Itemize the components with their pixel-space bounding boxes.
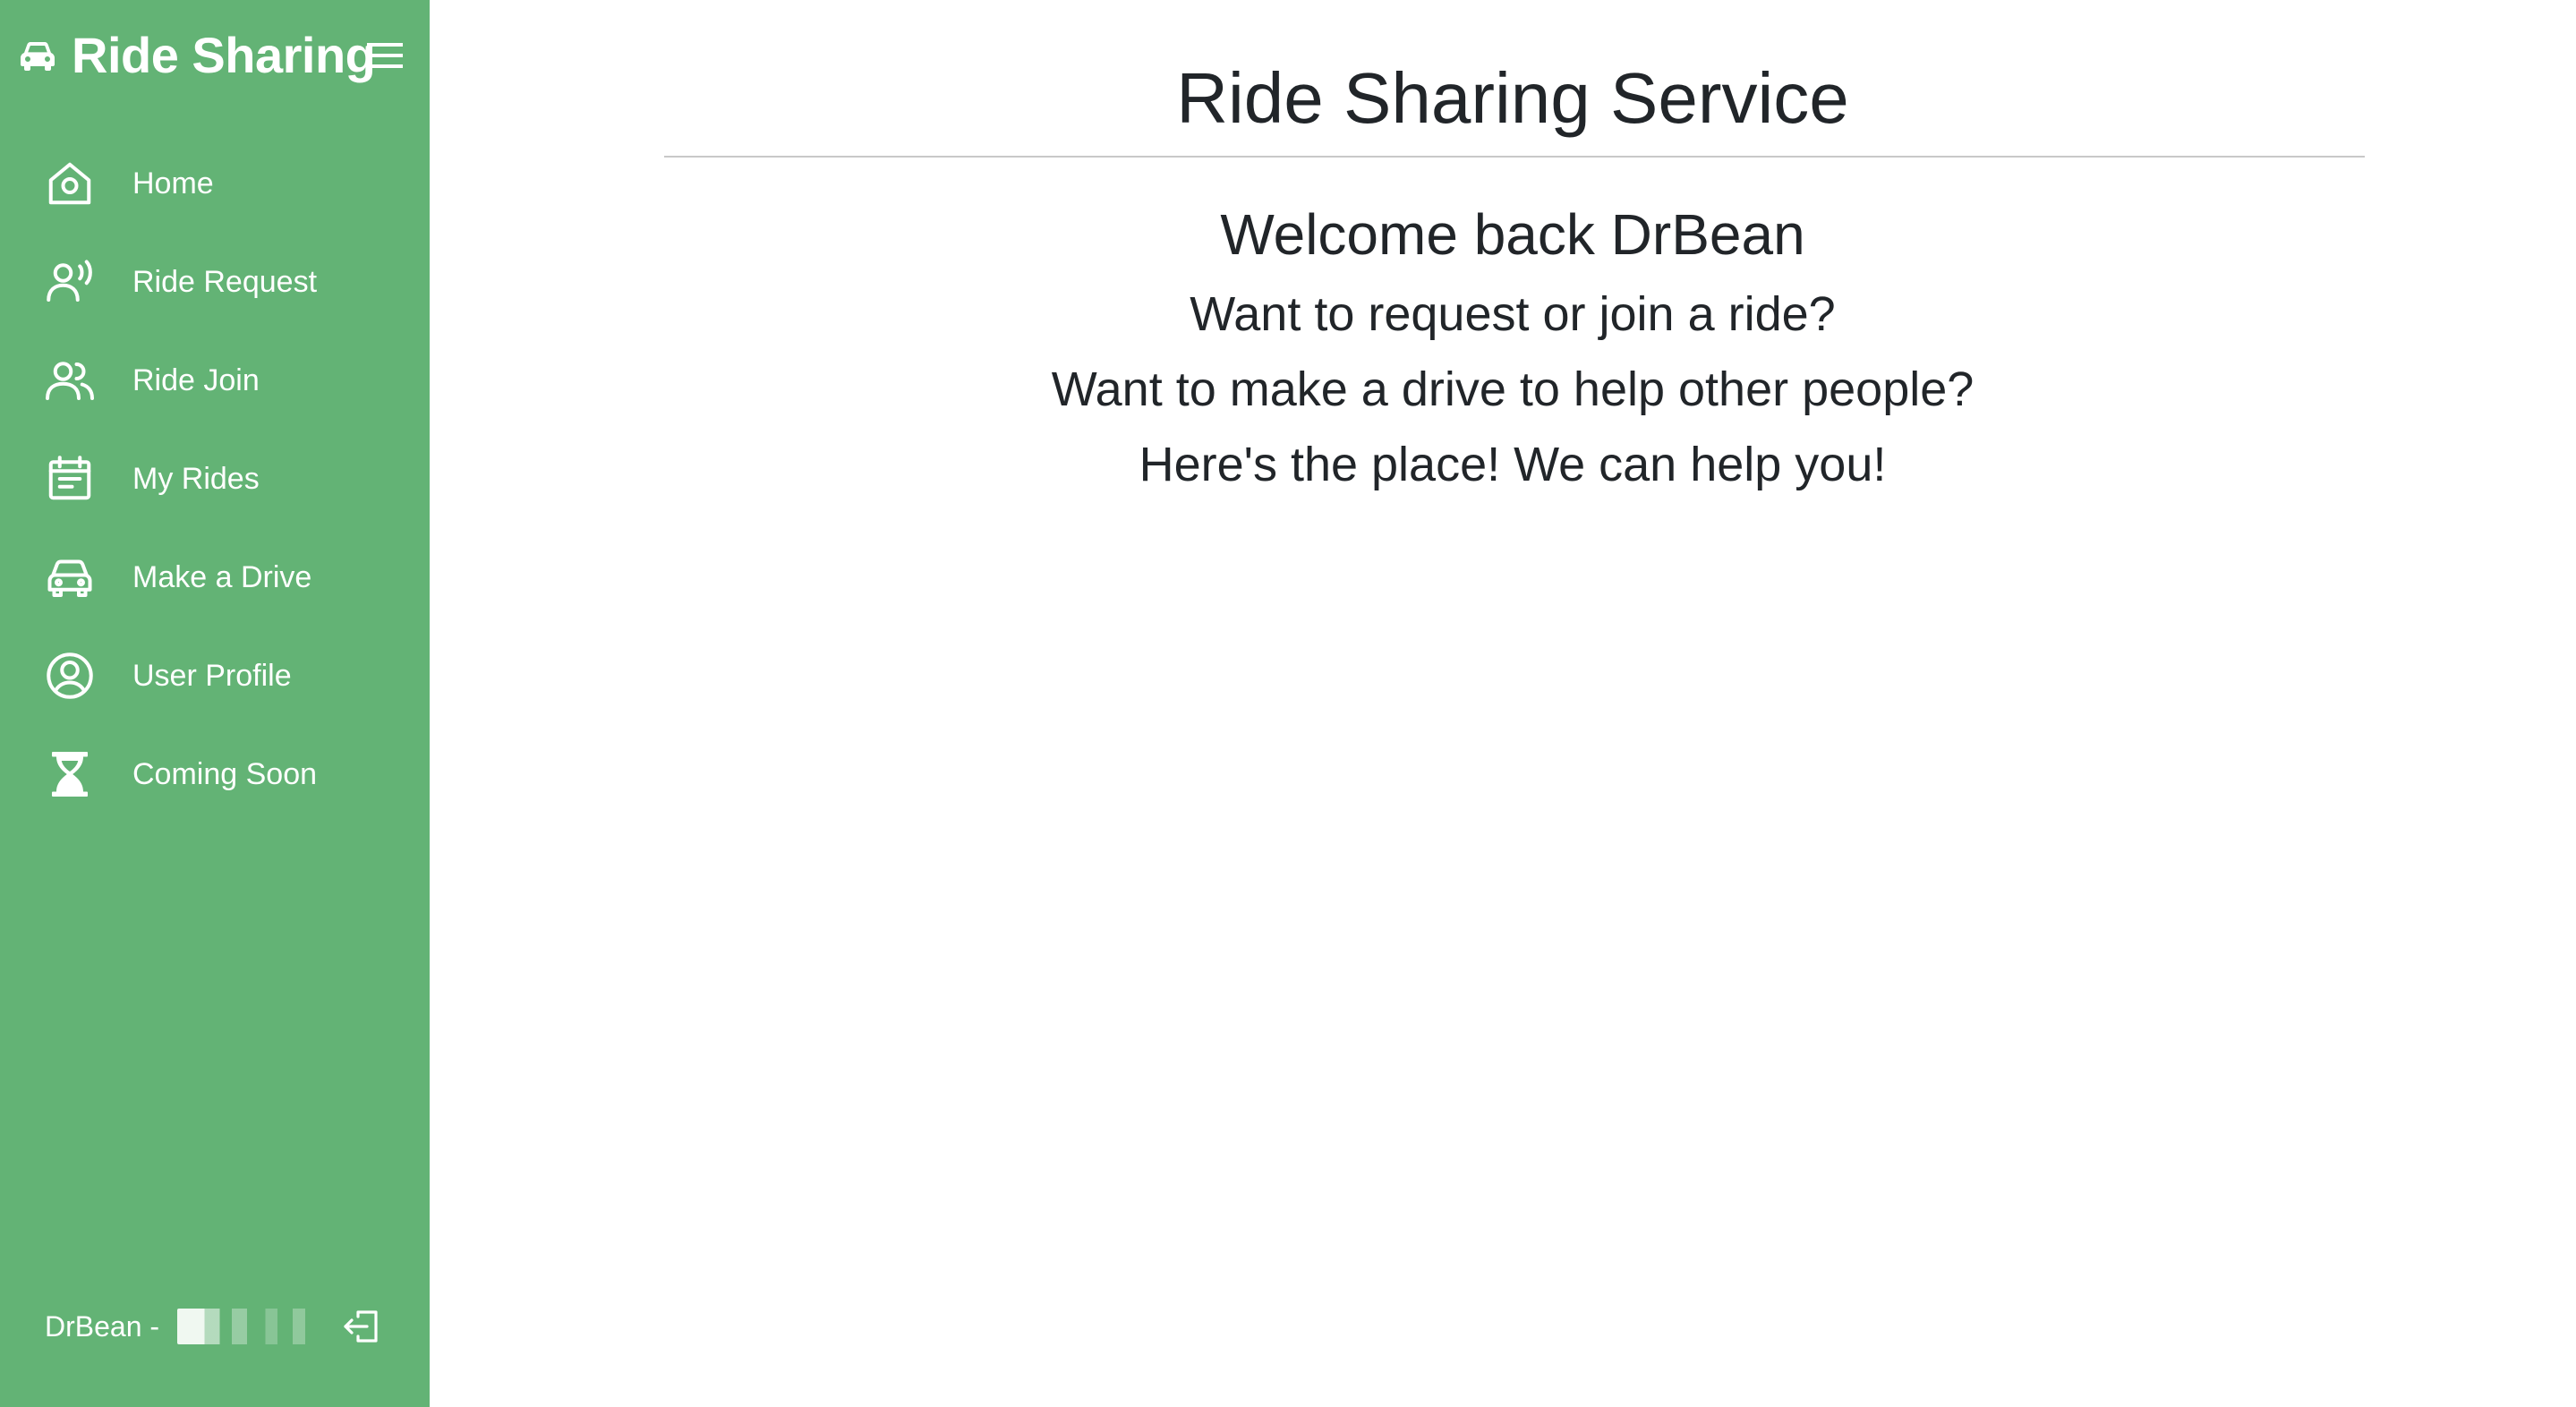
sidebar-item-ride-request[interactable]: Ride Request [0, 233, 430, 331]
sidebar-item-label: Ride Request [132, 265, 318, 299]
sidebar-item-label: My Rides [132, 462, 260, 496]
person-voice-icon [43, 255, 97, 309]
car-icon [16, 34, 59, 77]
hamburger-menu-icon [367, 43, 403, 68]
sidebar-item-ride-join[interactable]: Ride Join [0, 331, 430, 430]
sidebar-item-label: Make a Drive [132, 560, 312, 594]
box-arrow-in-left-icon [344, 1310, 378, 1343]
sidebar-footer: DrBean - [45, 1305, 378, 1348]
sidebar-item-make-a-drive[interactable]: Make a Drive [0, 528, 430, 627]
sidebar-item-my-rides[interactable]: My Rides [0, 430, 430, 528]
logout-button[interactable] [340, 1305, 383, 1348]
brand-title: Ride Sharing [72, 27, 376, 83]
sidebar: Ride Sharing Home Ride Request Ride Join… [0, 0, 430, 1407]
car-icon [43, 550, 97, 604]
people-icon [43, 354, 97, 407]
user-label: DrBean - [45, 1309, 160, 1343]
hourglass-icon [43, 747, 97, 801]
sidebar-item-home[interactable]: Home [0, 134, 430, 233]
app-window: Ride Sharing Home Ride Request Ride Join… [0, 0, 2576, 1407]
person-circle-icon [43, 649, 97, 703]
sidebar-item-label: Coming Soon [132, 757, 318, 791]
redacted-username [177, 1309, 330, 1344]
brand[interactable]: Ride Sharing [16, 25, 376, 86]
main-content: Ride Sharing Service Welcome back DrBean… [430, 0, 2576, 1407]
tagline-request-join: Want to request or join a ride? [1190, 287, 1836, 341]
welcome-heading: Welcome back DrBean [1220, 202, 1805, 267]
calendar-icon [43, 452, 97, 506]
tagline-help: Here's the place! We can help you! [1139, 438, 1887, 491]
title-divider [664, 156, 2365, 158]
sidebar-item-label: User Profile [132, 659, 292, 693]
page-title: Ride Sharing Service [1176, 58, 1849, 138]
tagline-make-drive: Want to make a drive to help other peopl… [1051, 362, 1975, 416]
menu-toggle-button[interactable] [365, 38, 405, 73]
sidebar-item-user-profile[interactable]: User Profile [0, 627, 430, 725]
home-icon [43, 157, 97, 210]
sidebar-item-label: Home [132, 166, 214, 200]
sidebar-item-coming-soon[interactable]: Coming Soon [0, 725, 430, 823]
sidebar-item-label: Ride Join [132, 363, 260, 397]
sidebar-nav: Home Ride Request Ride Join My Rides Mak… [0, 134, 430, 823]
